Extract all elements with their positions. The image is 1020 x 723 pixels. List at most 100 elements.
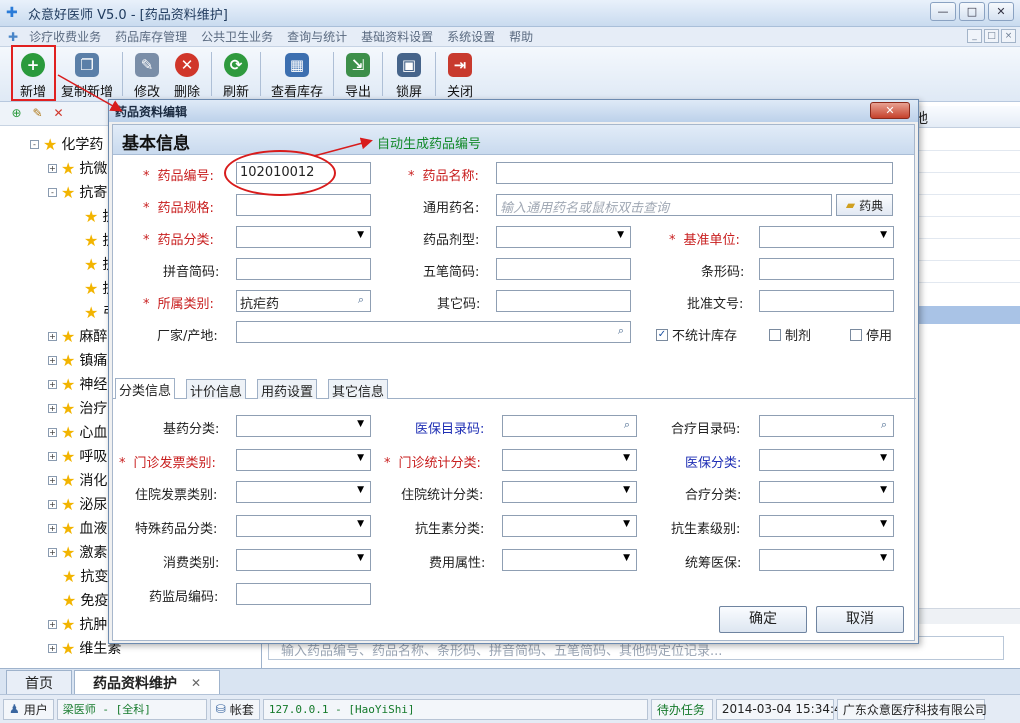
search-icon[interactable]: ⌕: [624, 418, 630, 432]
ip-stat-select[interactable]: ▼: [502, 481, 637, 503]
drug-name-field[interactable]: [496, 162, 893, 184]
belong-class-field[interactable]: 抗疟药 ⌕: [236, 290, 371, 312]
antibiotic-level-select[interactable]: ▼: [759, 515, 894, 537]
coop-code-field[interactable]: ⌕: [759, 415, 894, 437]
lock-screen-button[interactable]: ▣ 锁屏: [387, 47, 431, 100]
fee-attr-select[interactable]: ▼: [502, 549, 637, 571]
minimize-button[interactable]: —: [930, 2, 956, 21]
antibiotic-class-select[interactable]: ▼: [502, 515, 637, 537]
menu-system[interactable]: 系统设置: [440, 28, 502, 45]
other-code-field[interactable]: [496, 290, 631, 312]
table-row[interactable]: [912, 260, 1020, 261]
expand-icon[interactable]: +: [48, 403, 57, 413]
horizontal-scrollbar[interactable]: [912, 608, 1020, 624]
tab-pricing[interactable]: 计价信息: [186, 379, 247, 400]
tab-medication[interactable]: 用药设置: [257, 379, 318, 400]
copy-new-button[interactable]: ❐ 复制新增: [56, 47, 118, 100]
op-stat-select[interactable]: ▼: [502, 449, 637, 471]
collapse-icon[interactable]: -: [30, 139, 39, 149]
tab-classification[interactable]: 分类信息: [115, 378, 176, 399]
add-category-icon[interactable]: ⊕: [10, 107, 23, 120]
pharmacopoeia-button[interactable]: ▰ 药典: [836, 194, 893, 216]
table-row[interactable]: [912, 194, 1020, 195]
close-module-button[interactable]: ⇥ 关闭: [440, 47, 480, 100]
mdi-close-button[interactable]: ×: [1001, 29, 1016, 43]
maximize-button[interactable]: □: [959, 2, 985, 21]
mdi-minimize-button[interactable]: _: [967, 29, 982, 43]
disabled-checkbox[interactable]: 停用: [850, 325, 892, 344]
expand-icon[interactable]: +: [48, 475, 57, 485]
delete-category-icon[interactable]: ✕: [52, 107, 65, 120]
pinyin-label: 拼音简码:: [163, 265, 220, 280]
dosage-form-select[interactable]: ▼: [496, 226, 631, 248]
refresh-button[interactable]: ⟳ 刷新: [216, 47, 256, 100]
drug-category-select[interactable]: ▼: [236, 226, 371, 248]
table-row[interactable]: [912, 238, 1020, 239]
expand-icon[interactable]: +: [48, 331, 57, 341]
menu-drug-stock[interactable]: 药品库存管理: [108, 28, 194, 45]
tab-home[interactable]: 首页: [6, 670, 72, 694]
wubi-code-field[interactable]: [496, 258, 631, 280]
expand-icon[interactable]: +: [48, 427, 57, 437]
manufacturer-field[interactable]: ⌕: [236, 321, 631, 343]
view-stock-button[interactable]: ▦ 查看库存: [265, 47, 329, 100]
expand-icon[interactable]: +: [48, 547, 57, 557]
coop-class-select[interactable]: ▼: [759, 481, 894, 503]
ok-button[interactable]: 确定: [719, 606, 807, 633]
delete-button[interactable]: ✕ 删除: [167, 47, 207, 100]
expand-icon[interactable]: +: [48, 643, 57, 653]
approval-no-field[interactable]: [759, 290, 894, 312]
close-tab-icon[interactable]: ✕: [191, 676, 201, 690]
cancel-button[interactable]: 取消: [816, 606, 904, 633]
menu-query[interactable]: 查询与统计: [280, 28, 354, 45]
table-row[interactable]: [912, 216, 1020, 217]
expand-icon[interactable]: +: [48, 523, 57, 533]
menu-public-health[interactable]: 公共卫生业务: [194, 28, 280, 45]
collapse-icon[interactable]: -: [48, 187, 57, 197]
expand-icon[interactable]: +: [48, 355, 57, 365]
barcode-field[interactable]: [759, 258, 894, 280]
fda-code-field[interactable]: [236, 583, 371, 605]
insurance-code-field[interactable]: ⌕: [502, 415, 637, 437]
expand-icon[interactable]: +: [48, 451, 57, 461]
expand-icon[interactable]: +: [48, 619, 57, 629]
expand-icon[interactable]: +: [48, 499, 57, 509]
selected-table-row[interactable]: [912, 306, 1020, 324]
menu-basic-data[interactable]: 基础资料设置: [354, 28, 440, 45]
edit-category-icon[interactable]: ✎: [31, 107, 44, 120]
no-stock-checkbox[interactable]: ✓ 不统计库存: [656, 325, 737, 344]
tab-other[interactable]: 其它信息: [328, 379, 389, 400]
generic-name-field[interactable]: 输入通用药名或鼠标双击查询: [496, 194, 832, 216]
search-icon[interactable]: ⌕: [358, 293, 364, 307]
export-button[interactable]: ⇲ 导出: [338, 47, 378, 100]
drug-spec-field[interactable]: [236, 194, 371, 216]
pending-tasks[interactable]: 待办任务: [650, 698, 713, 720]
menu-clinic[interactable]: 诊疗收费业务: [22, 28, 108, 45]
consume-type-select[interactable]: ▼: [236, 549, 371, 571]
mdi-restore-button[interactable]: □: [984, 29, 999, 43]
special-class-select[interactable]: ▼: [236, 515, 371, 537]
insurance-class-select[interactable]: ▼: [759, 449, 894, 471]
essential-class-label: 基药分类:: [163, 422, 220, 437]
pinyin-code-field[interactable]: [236, 258, 371, 280]
edit-button[interactable]: ✎ 修改: [127, 47, 167, 100]
expand-icon[interactable]: +: [48, 379, 57, 389]
op-invoice-select[interactable]: ▼: [236, 449, 371, 471]
pooling-select[interactable]: ▼: [759, 549, 894, 571]
menu-help[interactable]: 帮助: [502, 28, 540, 45]
expand-icon[interactable]: +: [48, 163, 57, 173]
dialog-close-button[interactable]: ✕: [870, 102, 910, 119]
search-icon[interactable]: ⌕: [881, 418, 887, 432]
chevron-down-icon: ▼: [880, 519, 887, 529]
tree-item-label: 化学药: [61, 137, 104, 153]
table-row[interactable]: [912, 282, 1020, 283]
tab-drug-maintenance[interactable]: 药品资料维护 ✕: [74, 670, 221, 694]
close-window-button[interactable]: ✕: [988, 2, 1014, 21]
essential-class-select[interactable]: ▼: [236, 415, 371, 437]
table-row[interactable]: [912, 172, 1020, 173]
preparation-checkbox[interactable]: 制剂: [769, 325, 811, 344]
table-row[interactable]: [912, 150, 1020, 151]
search-icon[interactable]: ⌕: [618, 324, 624, 338]
ip-invoice-select[interactable]: ▼: [236, 481, 371, 503]
base-unit-select[interactable]: ▼: [759, 226, 894, 248]
